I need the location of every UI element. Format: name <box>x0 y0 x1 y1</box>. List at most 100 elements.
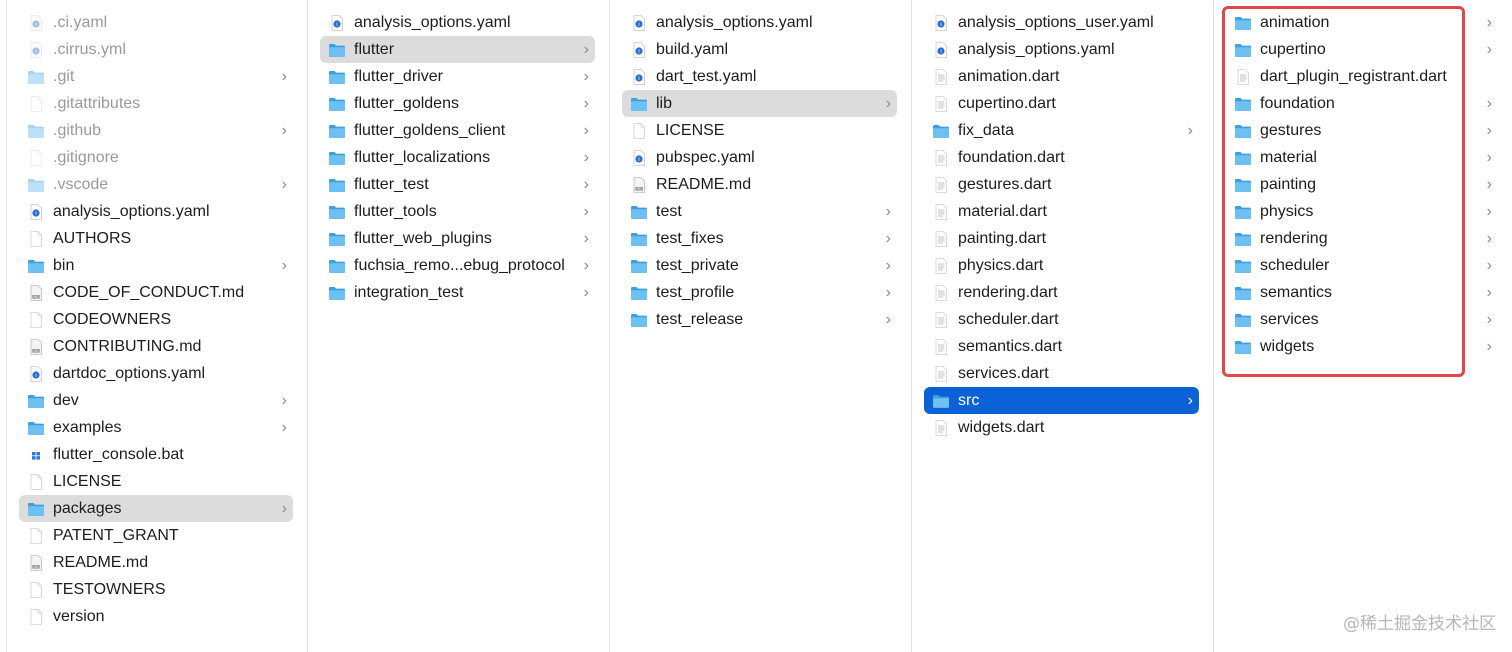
folder-row[interactable]: fuchsia_remo...ebug_protocol › <box>320 252 595 279</box>
folder-row[interactable]: bin › <box>19 252 293 279</box>
file-row[interactable]: foundation.dart <box>924 144 1199 171</box>
folder-row[interactable]: animation › <box>1226 9 1498 36</box>
file-row[interactable]: version <box>19 603 293 630</box>
file-row[interactable]: PATENT_GRANT <box>19 522 293 549</box>
file-row[interactable]: i pubspec.yaml <box>622 144 897 171</box>
file-row[interactable]: animation.dart <box>924 63 1199 90</box>
folder-row[interactable]: examples › <box>19 414 293 441</box>
file-row[interactable]: MD CONTRIBUTING.md <box>19 333 293 360</box>
item-label: foundation.dart <box>958 148 1065 166</box>
file-list: i analysis_options.yaml i build.yaml i dart_t… <box>610 9 911 333</box>
file-row[interactable]: gestures.dart <box>924 171 1199 198</box>
file-row[interactable]: MD CODE_OF_CONDUCT.md <box>19 279 293 306</box>
folder-icon <box>1234 95 1252 113</box>
file-row[interactable]: i analysis_options.yaml <box>924 36 1199 63</box>
folder-row[interactable]: services › <box>1226 306 1498 333</box>
folder-row[interactable]: flutter_test › <box>320 171 595 198</box>
folder-row[interactable]: packages › <box>19 495 293 522</box>
folder-icon <box>328 203 346 221</box>
file-row[interactable]: AUTHORS <box>19 225 293 252</box>
file-row[interactable]: cupertino.dart <box>924 90 1199 117</box>
file-row[interactable]: i .cirrus.yml <box>19 36 293 63</box>
folder-row[interactable]: cupertino › <box>1226 36 1498 63</box>
folder-icon <box>1234 14 1252 32</box>
file-row[interactable]: physics.dart <box>924 252 1199 279</box>
folder-row[interactable]: src › <box>924 387 1199 414</box>
folder-row[interactable]: rendering › <box>1226 225 1498 252</box>
file-row[interactable]: MD README.md <box>622 171 897 198</box>
file-row[interactable]: flutter_console.bat <box>19 441 293 468</box>
folder-row[interactable]: flutter_web_plugins › <box>320 225 595 252</box>
folder-row[interactable]: test_private › <box>622 252 897 279</box>
folder-icon <box>1234 230 1252 248</box>
folder-row[interactable]: flutter_goldens › <box>320 90 595 117</box>
folder-row[interactable]: dev › <box>19 387 293 414</box>
item-label: cupertino <box>1260 40 1326 58</box>
folder-row[interactable]: test_release › <box>622 306 897 333</box>
chevron-right-icon: › <box>583 122 589 139</box>
column-flutter[interactable]: i analysis_options.yaml i build.yaml i dart_t… <box>610 0 912 652</box>
file-row[interactable]: services.dart <box>924 360 1199 387</box>
item-label: foundation <box>1260 94 1335 112</box>
folder-row[interactable]: test › <box>622 198 897 225</box>
file-row[interactable]: widgets.dart <box>924 414 1199 441</box>
text-file-icon <box>932 284 950 302</box>
file-row[interactable]: painting.dart <box>924 225 1199 252</box>
file-row[interactable]: i dart_test.yaml <box>622 63 897 90</box>
chevron-right-icon: › <box>1486 311 1492 328</box>
file-row[interactable]: i analysis_options.yaml <box>19 198 293 225</box>
folder-row[interactable]: integration_test › <box>320 279 595 306</box>
file-row[interactable]: i build.yaml <box>622 36 897 63</box>
folder-row[interactable]: flutter › <box>320 36 595 63</box>
file-row[interactable]: i analysis_options_user.yaml <box>924 9 1199 36</box>
markdown-file-icon: MD <box>27 284 45 302</box>
item-label: services.dart <box>958 364 1049 382</box>
folder-row[interactable]: semantics › <box>1226 279 1498 306</box>
folder-row[interactable]: material › <box>1226 144 1498 171</box>
folder-row[interactable]: lib › <box>622 90 897 117</box>
folder-row[interactable]: fix_data › <box>924 117 1199 144</box>
folder-row[interactable]: scheduler › <box>1226 252 1498 279</box>
column-packages[interactable]: i analysis_options.yaml flutter › flutter_dr… <box>308 0 610 652</box>
folder-row[interactable]: flutter_goldens_client › <box>320 117 595 144</box>
file-row[interactable]: i analysis_options.yaml <box>320 9 595 36</box>
folder-row[interactable]: physics › <box>1226 198 1498 225</box>
file-row[interactable]: dart_plugin_registrant.dart <box>1226 63 1498 90</box>
folder-row[interactable]: .git › <box>19 63 293 90</box>
file-row[interactable]: MD README.md <box>19 549 293 576</box>
folder-row[interactable]: .github › <box>19 117 293 144</box>
column-lib[interactable]: i analysis_options_user.yaml i analysis_opt… <box>912 0 1214 652</box>
folder-row[interactable]: flutter_localizations › <box>320 144 595 171</box>
file-row[interactable]: LICENSE <box>19 468 293 495</box>
file-row[interactable]: TESTOWNERS <box>19 576 293 603</box>
folder-icon <box>630 203 648 221</box>
blank-file-icon <box>27 95 45 113</box>
file-row[interactable]: semantics.dart <box>924 333 1199 360</box>
folder-row[interactable]: painting › <box>1226 171 1498 198</box>
file-row[interactable]: .gitignore <box>19 144 293 171</box>
file-row[interactable]: i dartdoc_options.yaml <box>19 360 293 387</box>
folder-row[interactable]: test_profile › <box>622 279 897 306</box>
blank-file-icon <box>27 581 45 599</box>
column-src[interactable]: animation › cupertino › dart_plugin_registra… <box>1214 0 1512 652</box>
column-root[interactable]: i .ci.yaml i .cirrus.yml .git › .gitattributes… <box>6 0 308 652</box>
folder-row[interactable]: flutter_tools › <box>320 198 595 225</box>
file-row[interactable]: LICENSE <box>622 117 897 144</box>
folder-row[interactable]: .vscode › <box>19 171 293 198</box>
file-row[interactable]: scheduler.dart <box>924 306 1199 333</box>
folder-row[interactable]: foundation › <box>1226 90 1498 117</box>
file-row[interactable]: material.dart <box>924 198 1199 225</box>
folder-row[interactable]: flutter_driver › <box>320 63 595 90</box>
svg-text:MD: MD <box>636 187 642 191</box>
file-row[interactable]: .gitattributes <box>19 90 293 117</box>
file-row[interactable]: i analysis_options.yaml <box>622 9 897 36</box>
folder-row[interactable]: widgets › <box>1226 333 1498 360</box>
file-row[interactable]: rendering.dart <box>924 279 1199 306</box>
folder-row[interactable]: test_fixes › <box>622 225 897 252</box>
item-label: analysis_options.yaml <box>958 40 1115 58</box>
text-file-icon <box>932 257 950 275</box>
yaml-file-icon: i <box>27 41 45 59</box>
folder-row[interactable]: gestures › <box>1226 117 1498 144</box>
file-row[interactable]: CODEOWNERS <box>19 306 293 333</box>
file-row[interactable]: i .ci.yaml <box>19 9 293 36</box>
